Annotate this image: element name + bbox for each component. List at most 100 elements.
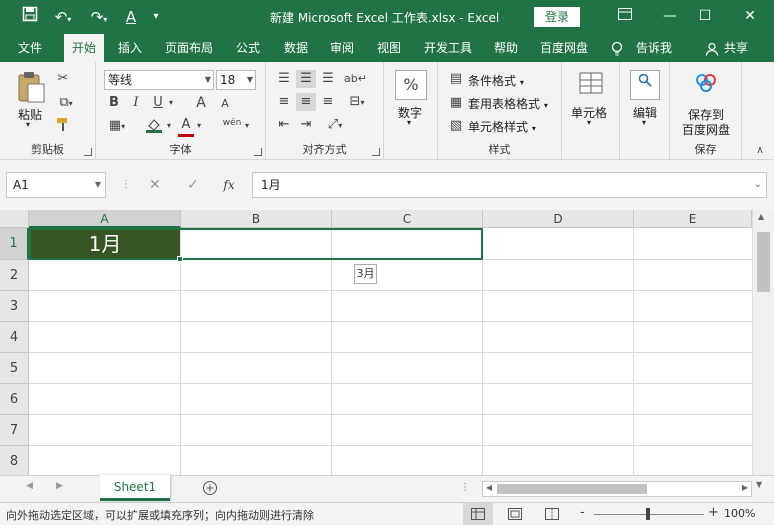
tab-help[interactable]: 帮助 bbox=[494, 34, 518, 62]
editing-dropdown-icon[interactable]: ▾ bbox=[642, 118, 646, 127]
font-size-combo[interactable]: 18 ▼ bbox=[216, 70, 256, 90]
login-button[interactable]: 登录 bbox=[534, 7, 580, 27]
borders-icon[interactable]: ▦▾ bbox=[106, 117, 128, 136]
fill-color-icon[interactable] bbox=[144, 116, 164, 140]
collapse-ribbon-icon[interactable]: ∧ bbox=[752, 142, 768, 160]
plus-circle-icon[interactable] bbox=[202, 480, 218, 499]
underline-button[interactable]: U bbox=[150, 94, 166, 112]
column-header-d[interactable]: D bbox=[483, 210, 634, 228]
row-header-6[interactable]: 6 bbox=[0, 384, 29, 415]
align-middle-icon[interactable]: ☰ bbox=[296, 70, 316, 88]
font-color-dropdown-icon[interactable]: ▾ bbox=[194, 117, 204, 135]
cancel-icon[interactable]: ✕ bbox=[144, 173, 166, 197]
row-header-3[interactable]: 3 bbox=[0, 291, 29, 322]
scroll-thumb[interactable] bbox=[757, 232, 770, 292]
row-header-4[interactable]: 4 bbox=[0, 322, 29, 353]
font-dialog-launcher-icon[interactable] bbox=[254, 148, 262, 156]
cells-dropdown-icon[interactable]: ▾ bbox=[587, 118, 591, 127]
bold-button[interactable]: B bbox=[106, 94, 122, 112]
ribbon-display-icon[interactable] bbox=[610, 5, 640, 29]
tab-review[interactable]: 审阅 bbox=[330, 34, 354, 62]
number-dropdown-icon[interactable]: ▾ bbox=[407, 118, 411, 127]
increase-indent-icon[interactable]: ⇥ bbox=[296, 116, 316, 134]
align-right-icon[interactable]: ≡ bbox=[318, 93, 338, 111]
font-name-combo[interactable]: 等线 ▼ bbox=[104, 70, 214, 90]
scroll-up-icon[interactable]: ▲ bbox=[758, 212, 764, 221]
merge-center-icon[interactable]: ⊟▾ bbox=[344, 93, 370, 112]
paste-dropdown-icon[interactable]: ▾ bbox=[26, 120, 30, 129]
formula-input[interactable]: 1月 ⌄ bbox=[252, 172, 767, 198]
tab-view[interactable]: 视图 bbox=[377, 34, 401, 62]
fill-dropdown-icon[interactable]: ▾ bbox=[164, 117, 174, 135]
baidu-cloud-icon[interactable] bbox=[692, 72, 720, 96]
vertical-scrollbar[interactable]: ▲ bbox=[752, 210, 774, 475]
tab-file[interactable]: 文件 bbox=[18, 34, 42, 62]
conditional-format-button[interactable]: 条件格式 ▾ bbox=[468, 72, 524, 89]
row-header-8[interactable]: 8 bbox=[0, 446, 29, 475]
save-icon[interactable] bbox=[18, 5, 42, 29]
normal-view-icon[interactable] bbox=[463, 503, 493, 525]
column-header-e[interactable]: E bbox=[634, 210, 752, 228]
tab-baidu-netdisk[interactable]: 百度网盘 bbox=[540, 34, 588, 62]
expand-formula-icon[interactable]: ⌄ bbox=[754, 173, 762, 197]
horizontal-scrollbar[interactable]: ◀ ▶ bbox=[482, 481, 752, 497]
tell-me-search[interactable]: 告诉我 bbox=[636, 34, 672, 62]
undo-icon[interactable]: ↶▾ bbox=[48, 5, 78, 29]
insert-function-button[interactable]: fx bbox=[218, 173, 240, 197]
zoom-slider-thumb[interactable] bbox=[646, 508, 650, 520]
row-header-5[interactable]: 5 bbox=[0, 353, 29, 384]
align-left-icon[interactable]: ≡ bbox=[274, 93, 294, 111]
alignment-dialog-launcher-icon[interactable] bbox=[372, 148, 380, 156]
row-header-7[interactable]: 7 bbox=[0, 415, 29, 446]
close-icon[interactable]: ✕ bbox=[735, 5, 765, 29]
align-top-icon[interactable]: ☰ bbox=[274, 70, 294, 88]
fill-handle[interactable] bbox=[177, 256, 183, 262]
cell-styles-button[interactable]: 单元格样式 ▾ bbox=[468, 118, 536, 135]
enter-icon[interactable]: ✓ bbox=[182, 173, 204, 197]
maximize-icon[interactable]: ☐ bbox=[690, 5, 720, 29]
search-icon[interactable] bbox=[630, 70, 660, 100]
prev-sheet-icon[interactable]: ◀ bbox=[26, 481, 33, 491]
cut-icon[interactable]: ✂ bbox=[54, 70, 72, 88]
phonetic-guide-button[interactable]: wén bbox=[222, 114, 242, 132]
row-header-2[interactable]: 2 bbox=[0, 260, 29, 291]
tab-page-layout[interactable]: 页面布局 bbox=[165, 34, 213, 62]
column-header-a[interactable]: A bbox=[29, 210, 181, 228]
font-color-button[interactable]: A bbox=[178, 116, 194, 137]
row-header-1[interactable]: 1 bbox=[0, 228, 29, 260]
zoom-level[interactable]: 100% bbox=[724, 507, 755, 520]
clipboard-dialog-launcher-icon[interactable] bbox=[84, 148, 92, 156]
zoom-in-button[interactable]: + bbox=[708, 505, 719, 520]
redo-icon[interactable]: ↷▾ bbox=[84, 5, 114, 29]
column-header-b[interactable]: B bbox=[181, 210, 332, 228]
horizontal-scroll-thumb[interactable] bbox=[497, 484, 647, 494]
percent-icon[interactable]: % bbox=[395, 70, 427, 100]
align-center-icon[interactable]: ≡ bbox=[296, 93, 316, 111]
scroll-down-icon[interactable]: ▼ bbox=[756, 480, 762, 489]
underline-dropdown-icon[interactable]: ▾ bbox=[166, 94, 176, 112]
format-painter-icon[interactable] bbox=[54, 116, 72, 138]
scroll-right-icon[interactable]: ▶ bbox=[742, 483, 748, 492]
minimize-icon[interactable]: — bbox=[655, 5, 685, 29]
format-as-table-button[interactable]: 套用表格格式 ▾ bbox=[468, 95, 548, 112]
column-header-c[interactable]: C bbox=[332, 210, 483, 228]
paste-icon[interactable] bbox=[14, 70, 48, 106]
worksheet-grid[interactable]: A B C D E 1 2 3 4 5 6 7 8 1月 3月 ▲ bbox=[0, 210, 774, 475]
customize-icon[interactable]: ▾ bbox=[148, 5, 164, 29]
next-sheet-icon[interactable]: ▶ bbox=[56, 481, 63, 491]
increase-font-button[interactable]: A bbox=[192, 94, 210, 112]
select-all-corner[interactable] bbox=[0, 210, 29, 228]
decrease-indent-icon[interactable]: ⇤ bbox=[274, 116, 294, 134]
decrease-font-button[interactable]: A bbox=[216, 95, 234, 113]
share-button[interactable]: 共享 bbox=[724, 34, 748, 62]
tab-developer[interactable]: 开发工具 bbox=[424, 34, 472, 62]
page-layout-view-icon[interactable] bbox=[508, 508, 522, 523]
copy-icon[interactable]: ⧉▾ bbox=[54, 94, 78, 113]
baidu-netdisk-label[interactable]: 百度网盘 bbox=[682, 121, 730, 138]
cells-icon[interactable] bbox=[576, 70, 606, 100]
orientation-icon[interactable]: ⤢▾ bbox=[322, 116, 348, 135]
tab-data[interactable]: 数据 bbox=[284, 34, 308, 62]
tab-formulas[interactable]: 公式 bbox=[236, 34, 260, 62]
scroll-left-icon[interactable]: ◀ bbox=[486, 483, 492, 492]
sheet-tab-sheet1[interactable]: Sheet1 bbox=[100, 475, 170, 501]
